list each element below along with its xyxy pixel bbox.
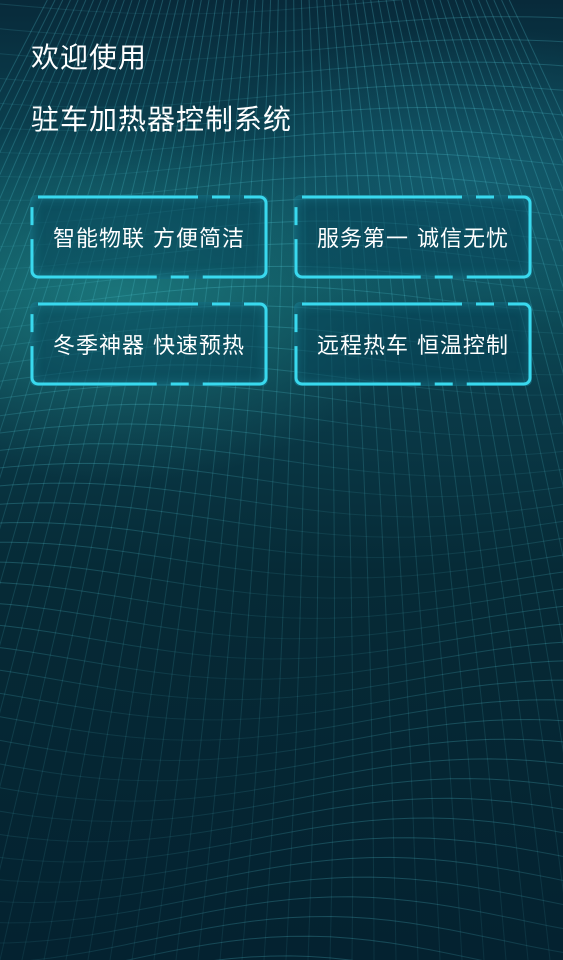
grid-line [439, 0, 563, 427]
grid-line [29, 915, 563, 960]
grid-line [401, 0, 563, 894]
grid-line [0, 817, 563, 863]
grid-line [0, 603, 563, 640]
feature-card-iot[interactable]: 智能物联 方便简洁 [30, 195, 268, 279]
grid-line [393, 0, 551, 960]
grid-line [385, 0, 529, 960]
grid-line [485, 0, 563, 191]
background-grid [0, 0, 563, 960]
grid-line [0, 0, 56, 112]
grid-line [0, 403, 563, 437]
grid-line [0, 0, 118, 317]
grid-line [0, 699, 563, 741]
grid-line [0, 582, 563, 619]
grid-line [175, 0, 264, 960]
grid-line [0, 797, 563, 843]
grid-line [0, 482, 563, 518]
grid-line [0, 0, 164, 586]
grid-line [131, 0, 248, 960]
grid-line [324, 0, 354, 960]
card-label: 服务第一 诚信无忧 [317, 227, 509, 252]
grid-line [370, 0, 485, 960]
feature-card-winter[interactable]: 冬季神器 快速预热 [30, 302, 268, 386]
grid-line [307, 0, 320, 960]
grid-line [0, 896, 563, 944]
feature-card-remote[interactable]: 远程热车 恒温控制 [294, 302, 532, 386]
grid-line [339, 0, 397, 960]
welcome-text: 欢迎使用 [31, 41, 148, 74]
grid-line [0, 384, 563, 416]
card-label: 冬季神器 快速预热 [53, 334, 245, 359]
grid-line [347, 0, 419, 960]
grid-line [501, 0, 563, 140]
grid-line [109, 0, 241, 960]
grid-line [0, 541, 563, 579]
grid-line [0, 738, 563, 782]
grid-line [153, 0, 256, 960]
card-label: 远程热车 恒温控制 [317, 334, 509, 359]
grid-line [0, 0, 79, 175]
grid-line [0, 758, 563, 802]
grid-line [493, 0, 563, 164]
grid-line [65, 0, 225, 960]
grid-line [478, 0, 563, 220]
system-title: 驻车加热器控制系统 [31, 103, 293, 136]
grid-line [416, 0, 563, 646]
grid-line [316, 0, 335, 960]
grid-line [0, 679, 563, 721]
grid-line [0, 462, 563, 498]
card-label: 智能物联 方便简洁 [53, 227, 245, 252]
grid-line [0, 0, 141, 433]
grid-line [0, 443, 563, 477]
grid-line [0, 0, 102, 253]
grid-line [0, 0, 171, 647]
feature-card-service[interactable]: 服务第一 诚信无忧 [294, 195, 532, 279]
grid-line [354, 0, 441, 960]
grid-line [431, 0, 563, 488]
grid-line [0, 660, 563, 701]
grid-line [362, 0, 463, 960]
grid-line [21, 0, 210, 960]
grid-line [219, 0, 279, 960]
grid-line [377, 0, 507, 960]
